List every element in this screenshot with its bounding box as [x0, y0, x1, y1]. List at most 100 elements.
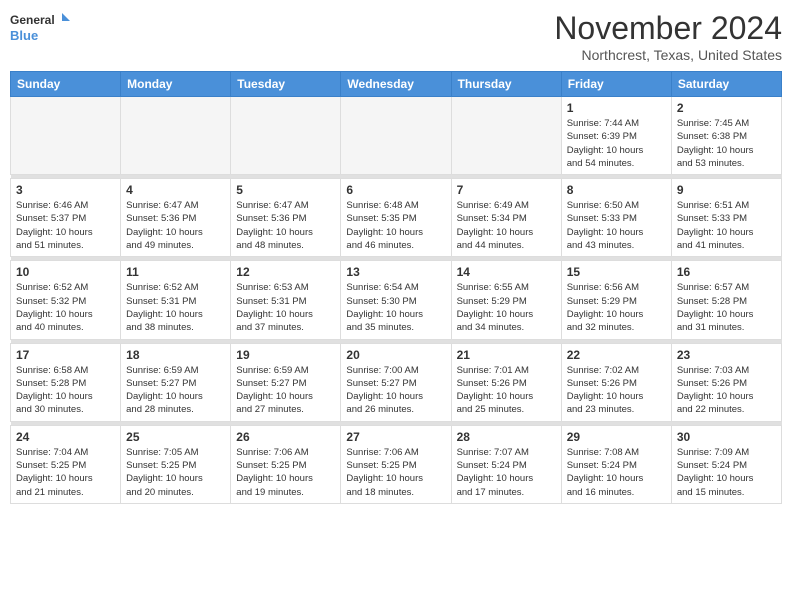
- day-info: Sunrise: 6:51 AM Sunset: 5:33 PM Dayligh…: [677, 199, 776, 252]
- day-number: 5: [236, 183, 335, 197]
- calendar-day-22: 22 Sunrise: 7:02 AM Sunset: 5:26 PM Dayli…: [561, 343, 671, 421]
- calendar-table: SundayMondayTuesdayWednesdayThursdayFrid…: [10, 71, 782, 504]
- logo-svg: General Blue: [10, 10, 70, 46]
- day-info: Sunrise: 6:47 AM Sunset: 5:36 PM Dayligh…: [236, 199, 335, 252]
- day-number: 16: [677, 265, 776, 279]
- day-info: Sunrise: 6:50 AM Sunset: 5:33 PM Dayligh…: [567, 199, 666, 252]
- calendar-day-empty: [231, 97, 341, 175]
- day-number: 2: [677, 101, 776, 115]
- calendar-day-7: 7 Sunrise: 6:49 AM Sunset: 5:34 PM Daylig…: [451, 179, 561, 257]
- day-info: Sunrise: 7:04 AM Sunset: 5:25 PM Dayligh…: [16, 446, 115, 499]
- month-title: November 2024: [554, 10, 782, 47]
- day-number: 10: [16, 265, 115, 279]
- day-info: Sunrise: 7:00 AM Sunset: 5:27 PM Dayligh…: [346, 364, 445, 417]
- day-info: Sunrise: 7:06 AM Sunset: 5:25 PM Dayligh…: [346, 446, 445, 499]
- weekday-header-friday: Friday: [561, 72, 671, 97]
- weekday-header-thursday: Thursday: [451, 72, 561, 97]
- day-number: 30: [677, 430, 776, 444]
- day-number: 24: [16, 430, 115, 444]
- day-info: Sunrise: 6:59 AM Sunset: 5:27 PM Dayligh…: [236, 364, 335, 417]
- weekday-header-saturday: Saturday: [671, 72, 781, 97]
- calendar-day-12: 12Sunrise: 6:53 AM Sunset: 5:31 PM Dayli…: [231, 261, 341, 339]
- day-info: Sunrise: 7:07 AM Sunset: 5:24 PM Dayligh…: [457, 446, 556, 499]
- weekday-header-monday: Monday: [121, 72, 231, 97]
- calendar-day-1: 1Sunrise: 7:44 AM Sunset: 6:39 PM Daylig…: [561, 97, 671, 175]
- day-number: 20: [346, 348, 445, 362]
- day-number: 22: [567, 348, 666, 362]
- svg-text:Blue: Blue: [10, 28, 38, 43]
- day-number: 29: [567, 430, 666, 444]
- page-header: General Blue November 2024 Northcrest, T…: [10, 10, 782, 63]
- day-info: Sunrise: 7:45 AM Sunset: 6:38 PM Dayligh…: [677, 117, 776, 170]
- day-info: Sunrise: 6:52 AM Sunset: 5:31 PM Dayligh…: [126, 281, 225, 334]
- day-number: 14: [457, 265, 556, 279]
- day-info: Sunrise: 6:58 AM Sunset: 5:28 PM Dayligh…: [16, 364, 115, 417]
- location: Northcrest, Texas, United States: [554, 47, 782, 63]
- calendar-day-30: 30 Sunrise: 7:09 AM Sunset: 5:24 PM Dayli…: [671, 425, 781, 503]
- calendar-day-29: 29Sunrise: 7:08 AM Sunset: 5:24 PM Dayli…: [561, 425, 671, 503]
- day-info: Sunrise: 7:02 AM Sunset: 5:26 PM Dayligh…: [567, 364, 666, 417]
- day-number: 25: [126, 430, 225, 444]
- calendar-day-empty: [121, 97, 231, 175]
- calendar-day-21: 21Sunrise: 7:01 AM Sunset: 5:26 PM Dayli…: [451, 343, 561, 421]
- day-number: 27: [346, 430, 445, 444]
- calendar-day-empty: [451, 97, 561, 175]
- calendar-week-row: 10 Sunrise: 6:52 AM Sunset: 5:32 PM Dayli…: [11, 261, 782, 339]
- calendar-day-25: 25 Sunrise: 7:05 AM Sunset: 5:25 PM Dayli…: [121, 425, 231, 503]
- calendar-day-5: 5 Sunrise: 6:47 AM Sunset: 5:36 PM Daylig…: [231, 179, 341, 257]
- day-info: Sunrise: 6:56 AM Sunset: 5:29 PM Dayligh…: [567, 281, 666, 334]
- calendar-day-18: 18 Sunrise: 6:59 AM Sunset: 5:27 PM Dayli…: [121, 343, 231, 421]
- day-info: Sunrise: 6:53 AM Sunset: 5:31 PM Dayligh…: [236, 281, 335, 334]
- day-number: 13: [346, 265, 445, 279]
- day-number: 11: [126, 265, 225, 279]
- calendar-day-28: 28 Sunrise: 7:07 AM Sunset: 5:24 PM Dayli…: [451, 425, 561, 503]
- day-info: Sunrise: 7:01 AM Sunset: 5:26 PM Dayligh…: [457, 364, 556, 417]
- calendar-week-row: 3Sunrise: 6:46 AM Sunset: 5:37 PM Daylig…: [11, 179, 782, 257]
- day-info: Sunrise: 6:46 AM Sunset: 5:37 PM Dayligh…: [16, 199, 115, 252]
- svg-text:General: General: [10, 13, 55, 27]
- logo: General Blue: [10, 10, 70, 46]
- day-info: Sunrise: 7:05 AM Sunset: 5:25 PM Dayligh…: [126, 446, 225, 499]
- day-number: 7: [457, 183, 556, 197]
- calendar-day-3: 3Sunrise: 6:46 AM Sunset: 5:37 PM Daylig…: [11, 179, 121, 257]
- calendar-day-24: 24 Sunrise: 7:04 AM Sunset: 5:25 PM Dayli…: [11, 425, 121, 503]
- day-info: Sunrise: 6:52 AM Sunset: 5:32 PM Dayligh…: [16, 281, 115, 334]
- calendar-day-10: 10 Sunrise: 6:52 AM Sunset: 5:32 PM Dayli…: [11, 261, 121, 339]
- day-info: Sunrise: 6:54 AM Sunset: 5:30 PM Dayligh…: [346, 281, 445, 334]
- day-info: Sunrise: 6:57 AM Sunset: 5:28 PM Dayligh…: [677, 281, 776, 334]
- calendar-day-23: 23 Sunrise: 7:03 AM Sunset: 5:26 PM Dayli…: [671, 343, 781, 421]
- calendar-week-row: 17 Sunrise: 6:58 AM Sunset: 5:28 PM Dayli…: [11, 343, 782, 421]
- weekday-header-tuesday: Tuesday: [231, 72, 341, 97]
- calendar-day-19: 19Sunrise: 6:59 AM Sunset: 5:27 PM Dayli…: [231, 343, 341, 421]
- day-info: Sunrise: 7:44 AM Sunset: 6:39 PM Dayligh…: [567, 117, 666, 170]
- day-number: 26: [236, 430, 335, 444]
- day-number: 18: [126, 348, 225, 362]
- day-number: 15: [567, 265, 666, 279]
- calendar-week-row: 1Sunrise: 7:44 AM Sunset: 6:39 PM Daylig…: [11, 97, 782, 175]
- calendar-day-2: 2 Sunrise: 7:45 AM Sunset: 6:38 PM Daylig…: [671, 97, 781, 175]
- day-info: Sunrise: 7:03 AM Sunset: 5:26 PM Dayligh…: [677, 364, 776, 417]
- day-number: 8: [567, 183, 666, 197]
- calendar-day-empty: [11, 97, 121, 175]
- calendar-day-empty: [341, 97, 451, 175]
- calendar-day-26: 26 Sunrise: 7:06 AM Sunset: 5:25 PM Dayli…: [231, 425, 341, 503]
- weekday-header-sunday: Sunday: [11, 72, 121, 97]
- calendar-day-20: 20 Sunrise: 7:00 AM Sunset: 5:27 PM Dayli…: [341, 343, 451, 421]
- day-info: Sunrise: 7:06 AM Sunset: 5:25 PM Dayligh…: [236, 446, 335, 499]
- day-info: Sunrise: 6:47 AM Sunset: 5:36 PM Dayligh…: [126, 199, 225, 252]
- day-number: 23: [677, 348, 776, 362]
- calendar-day-8: 8 Sunrise: 6:50 AM Sunset: 5:33 PM Daylig…: [561, 179, 671, 257]
- day-number: 17: [16, 348, 115, 362]
- day-info: Sunrise: 6:59 AM Sunset: 5:27 PM Dayligh…: [126, 364, 225, 417]
- calendar-day-11: 11 Sunrise: 6:52 AM Sunset: 5:31 PM Dayli…: [121, 261, 231, 339]
- calendar-day-14: 14Sunrise: 6:55 AM Sunset: 5:29 PM Dayli…: [451, 261, 561, 339]
- day-number: 28: [457, 430, 556, 444]
- calendar-day-16: 16 Sunrise: 6:57 AM Sunset: 5:28 PM Dayli…: [671, 261, 781, 339]
- day-info: Sunrise: 7:09 AM Sunset: 5:24 PM Dayligh…: [677, 446, 776, 499]
- weekday-header-wednesday: Wednesday: [341, 72, 451, 97]
- day-info: Sunrise: 6:49 AM Sunset: 5:34 PM Dayligh…: [457, 199, 556, 252]
- calendar-day-6: 6Sunrise: 6:48 AM Sunset: 5:35 PM Daylig…: [341, 179, 451, 257]
- calendar-week-row: 24 Sunrise: 7:04 AM Sunset: 5:25 PM Dayli…: [11, 425, 782, 503]
- day-info: Sunrise: 6:48 AM Sunset: 5:35 PM Dayligh…: [346, 199, 445, 252]
- title-area: November 2024 Northcrest, Texas, United …: [554, 10, 782, 63]
